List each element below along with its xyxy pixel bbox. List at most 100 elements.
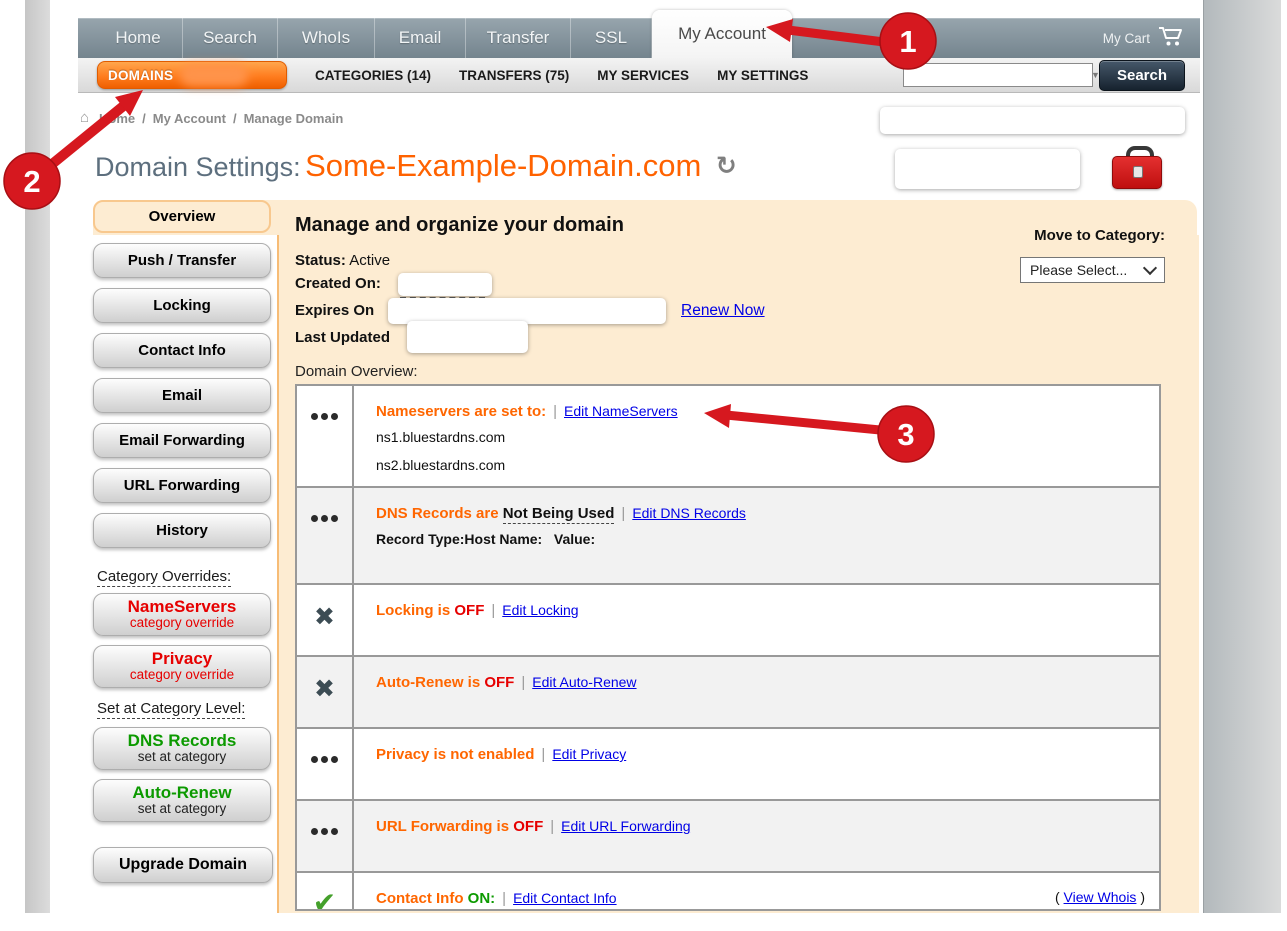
sidebar-item-dns-records[interactable]: DNS Recordsset at category <box>93 727 271 770</box>
nav-tab-search[interactable]: Search <box>183 18 278 58</box>
sidebar-item-history[interactable]: History <box>93 513 271 548</box>
subnav-search-combo[interactable]: ▼ <box>903 63 1093 87</box>
row-body-line: ns1.bluestardns.com <box>376 427 1145 448</box>
sidebar-item-email[interactable]: Email <box>93 378 271 413</box>
breadcrumb-home[interactable]: Home <box>99 111 135 126</box>
dot <box>321 413 328 420</box>
row-body-line: ns2.bluestardns.com <box>376 455 1145 476</box>
nav-tab-ssl[interactable]: SSL <box>571 18 652 58</box>
row-title-part: ON: <box>468 890 496 907</box>
refresh-icon[interactable]: ↻ <box>716 152 737 180</box>
dot <box>321 756 328 763</box>
row-status-icon-cell <box>297 386 354 486</box>
created-line: Created On: <box>295 275 381 292</box>
sidebar-item-subtitle: category override <box>130 616 234 630</box>
sidebar-item-auto-renew[interactable]: Auto-Renewset at category <box>93 779 271 822</box>
updated-line: Last Updated <box>295 329 390 346</box>
move-to-category-select[interactable]: Please Select... <box>1020 257 1165 283</box>
subnav-search-input[interactable] <box>904 65 1084 85</box>
primary-nav-tabs: HomeSearchWhoIsEmailTransferSSLMy Accoun… <box>94 18 792 58</box>
set-at-category-label: Set at Category Level: <box>97 700 245 719</box>
separator: | <box>521 674 525 691</box>
row-status-icon-cell <box>297 488 354 583</box>
breadcrumb-manage-domain[interactable]: Manage Domain <box>244 111 344 126</box>
override-buttons: NameServerscategory overridePrivacycateg… <box>93 593 271 688</box>
status-value: Active <box>349 252 390 269</box>
secondary-nav: DOMAINS CATEGORIES (14) TRANSFERS (75) MY S… <box>78 58 1200 93</box>
edit-locking-link[interactable]: Edit Locking <box>502 602 578 618</box>
row-content: Privacy is not enabled|Edit Privacy <box>354 729 1159 799</box>
upgrade-domain-button[interactable]: Upgrade Domain <box>93 847 273 883</box>
sidebar-item-contact-info[interactable]: Contact Info <box>93 333 271 368</box>
category-overrides-label: Category Overrides: <box>97 568 231 587</box>
nav-tab-transfer[interactable]: Transfer <box>466 18 571 58</box>
subnav-item-domains[interactable]: DOMAINS <box>97 61 287 89</box>
separator: | <box>491 602 495 619</box>
nav-tab-home[interactable]: Home <box>94 18 183 58</box>
row-title-part: Auto-Renew is <box>376 674 484 691</box>
separator: | <box>621 505 625 522</box>
edit-dns-records-link[interactable]: Edit DNS Records <box>632 505 746 521</box>
table-row: DNS Records are Not Being Used|Edit DNS … <box>297 486 1159 583</box>
domain-overview-table: Nameservers are set to:|Edit NameServers… <box>295 384 1161 911</box>
breadcrumb: Home/My Account/Manage Domain <box>99 111 343 126</box>
separator: | <box>550 818 554 835</box>
check-icon: ✔ <box>313 889 336 911</box>
my-cart[interactable]: My Cart <box>1103 18 1184 58</box>
view-whois-link[interactable]: View Whois <box>1064 889 1137 905</box>
toolbox-icon[interactable] <box>1112 146 1162 190</box>
edit-nameservers-link[interactable]: Edit NameServers <box>564 403 678 419</box>
row-content: Locking is OFF|Edit Locking <box>354 585 1159 655</box>
sidebar-item-email-forwarding[interactable]: Email Forwarding <box>93 423 271 458</box>
edit-url-forwarding-link[interactable]: Edit URL Forwarding <box>561 818 690 834</box>
dots-icon <box>311 515 338 522</box>
table-row: ✔ Contact Info ON:|Edit Contact Info( Vie… <box>297 871 1159 911</box>
edit-contact-info-link[interactable]: Edit Contact Info <box>513 890 617 906</box>
edit-auto-renew-link[interactable]: Edit Auto-Renew <box>532 674 636 690</box>
table-row: ✖Auto-Renew is OFF|Edit Auto-Renew <box>297 655 1159 727</box>
sidebar-item-locking[interactable]: Locking <box>93 288 271 323</box>
sidebar-item-push-transfer[interactable]: Push / Transfer <box>93 243 271 278</box>
row-title: Locking is OFF|Edit Locking <box>376 602 1145 619</box>
row-title: DNS Records are Not Being Used|Edit DNS … <box>376 505 1145 522</box>
subnav-item-my-services[interactable]: MY SERVICES <box>597 68 689 83</box>
redacted-box <box>880 107 1185 134</box>
subnav-item-categories-14[interactable]: CATEGORIES (14) <box>315 68 431 83</box>
redacted-box <box>398 273 492 296</box>
dot <box>311 756 318 763</box>
row-title-part: OFF <box>454 602 484 619</box>
redacted-box <box>895 149 1080 189</box>
sidebar-item-subtitle: set at category <box>138 802 227 816</box>
status-line: Status: Active <box>295 252 390 269</box>
chevron-down-icon <box>1143 261 1157 275</box>
sidebar-tabs: Push / Transfer Locking Contact Info Email E… <box>93 243 271 548</box>
search-button[interactable]: Search <box>1099 60 1185 91</box>
sidebar-item-nameservers[interactable]: NameServerscategory override <box>93 593 271 636</box>
subnav-item-transfers-75[interactable]: TRANSFERS (75) <box>459 68 569 83</box>
home-icon: ⌂ <box>80 109 89 126</box>
dot <box>321 828 328 835</box>
renew-now-link[interactable]: Renew Now <box>681 302 765 320</box>
row-body-line: Record Type:Host Name: Value: <box>376 529 1145 550</box>
row-status-icon-cell <box>297 801 354 871</box>
nav-tab-whois[interactable]: WhoIs <box>278 18 375 58</box>
sidebar-item-privacy[interactable]: Privacycategory override <box>93 645 271 688</box>
dot <box>331 515 338 522</box>
section-heading: Manage and organize your domain <box>295 214 624 237</box>
sidebar-item-title: Privacy <box>152 650 213 668</box>
row-title: Privacy is not enabled|Edit Privacy <box>376 746 1145 763</box>
row-title: Nameservers are set to:|Edit NameServers <box>376 403 1145 420</box>
nav-tab-my-account[interactable]: My Account <box>652 10 792 58</box>
page-title: Domain Settings: Some-Example-Domain.com… <box>95 148 737 184</box>
row-content: Contact Info ON:|Edit Contact Info( View… <box>354 873 1159 911</box>
sidebar-item-overview[interactable]: Overview <box>93 200 271 233</box>
breadcrumb-my-account[interactable]: My Account <box>153 111 226 126</box>
edit-privacy-link[interactable]: Edit Privacy <box>552 746 626 762</box>
subnav-item-my-settings[interactable]: MY SETTINGS <box>717 68 808 83</box>
select-value: Please Select... <box>1030 262 1127 278</box>
row-status-icon-cell: ✖ <box>297 657 354 727</box>
row-status-icon-cell: ✔ <box>297 873 354 911</box>
sidebar-item-url-forwarding[interactable]: URL Forwarding <box>93 468 271 503</box>
nav-tab-email[interactable]: Email <box>375 18 466 58</box>
row-title: Contact Info ON:|Edit Contact Info <box>376 890 1145 907</box>
